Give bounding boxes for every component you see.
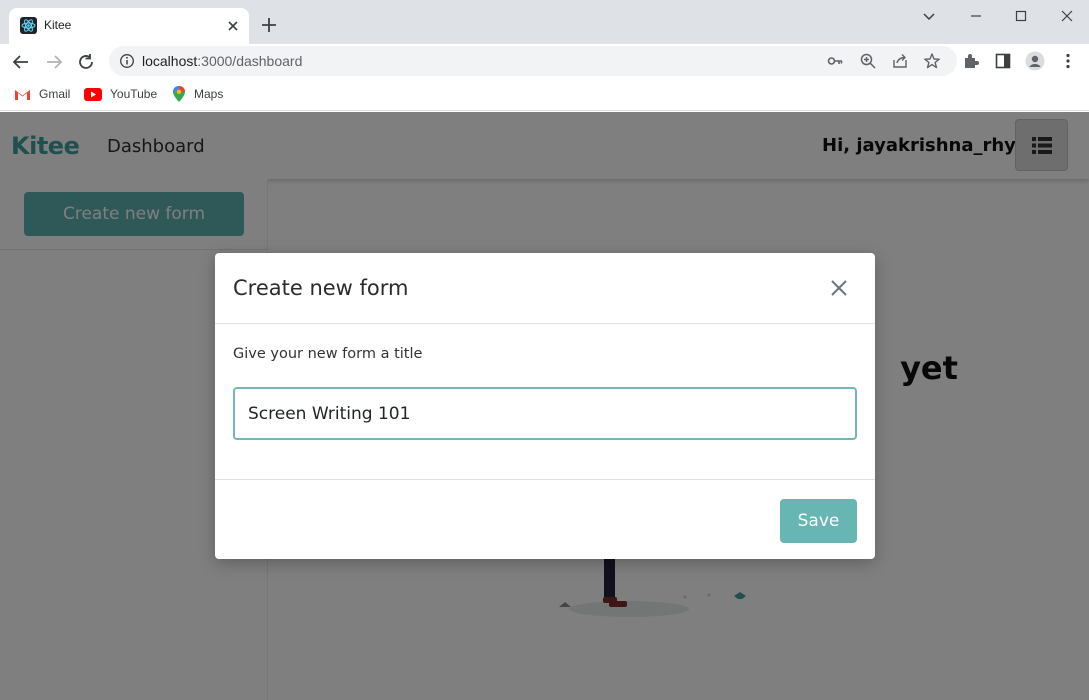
side-panel-icon[interactable] — [993, 51, 1013, 71]
bookmarks-bar: Gmail YouTube Maps — [0, 79, 1089, 111]
browser-tab-strip: Kitee — [0, 0, 1089, 44]
tab-title: Kitee — [44, 18, 72, 32]
gmail-icon — [15, 89, 30, 100]
reload-icon[interactable] — [75, 51, 97, 73]
forward-arrow-icon[interactable] — [43, 51, 65, 73]
bookmark-youtube[interactable]: YouTube — [84, 85, 157, 103]
modal-footer: Save — [215, 479, 875, 559]
browser-menu-icon[interactable] — [1058, 51, 1078, 71]
tab-close-icon[interactable] — [223, 16, 243, 36]
minimize-icon[interactable] — [966, 6, 986, 26]
save-button[interactable]: Save — [780, 499, 857, 543]
extensions-icon[interactable] — [961, 51, 981, 71]
new-tab-icon[interactable] — [259, 15, 279, 35]
bookmark-gmail[interactable]: Gmail — [14, 85, 70, 103]
url-text[interactable]: localhost:3000/dashboard — [142, 53, 302, 69]
youtube-icon — [84, 87, 102, 101]
key-icon[interactable] — [826, 52, 844, 70]
window-close-icon[interactable] — [1057, 6, 1077, 26]
create-form-modal: Create new form Give your new form a tit… — [215, 253, 875, 559]
modal-close-icon[interactable] — [828, 277, 850, 299]
form-title-input[interactable] — [233, 387, 857, 440]
profile-avatar-icon[interactable] — [1025, 51, 1045, 71]
url-host: localhost — [142, 53, 198, 69]
url-path: :3000/dashboard — [197, 53, 303, 69]
zoom-icon[interactable] — [859, 52, 877, 70]
bookmark-label: YouTube — [110, 87, 158, 101]
bookmark-label: Maps — [194, 87, 224, 101]
browser-toolbar: localhost:3000/dashboard — [0, 44, 1089, 79]
maximize-icon[interactable] — [1011, 6, 1031, 26]
back-arrow-icon[interactable] — [10, 51, 32, 73]
address-bar[interactable]: localhost:3000/dashboard — [109, 46, 957, 76]
share-icon[interactable] — [891, 52, 909, 70]
browser-tab[interactable]: Kitee — [9, 8, 249, 44]
modal-header: Create new form — [215, 253, 875, 324]
bookmark-label: Gmail — [39, 87, 71, 101]
site-info-icon[interactable] — [119, 53, 135, 69]
tab-search-chevron-icon[interactable] — [919, 6, 939, 26]
maps-icon — [173, 86, 185, 102]
react-favicon-icon — [20, 17, 37, 34]
bookmark-star-icon[interactable] — [923, 52, 941, 70]
bookmark-maps[interactable]: Maps — [172, 85, 223, 103]
form-title-label: Give your new form a title — [233, 346, 423, 362]
modal-title: Create new form — [233, 276, 409, 300]
